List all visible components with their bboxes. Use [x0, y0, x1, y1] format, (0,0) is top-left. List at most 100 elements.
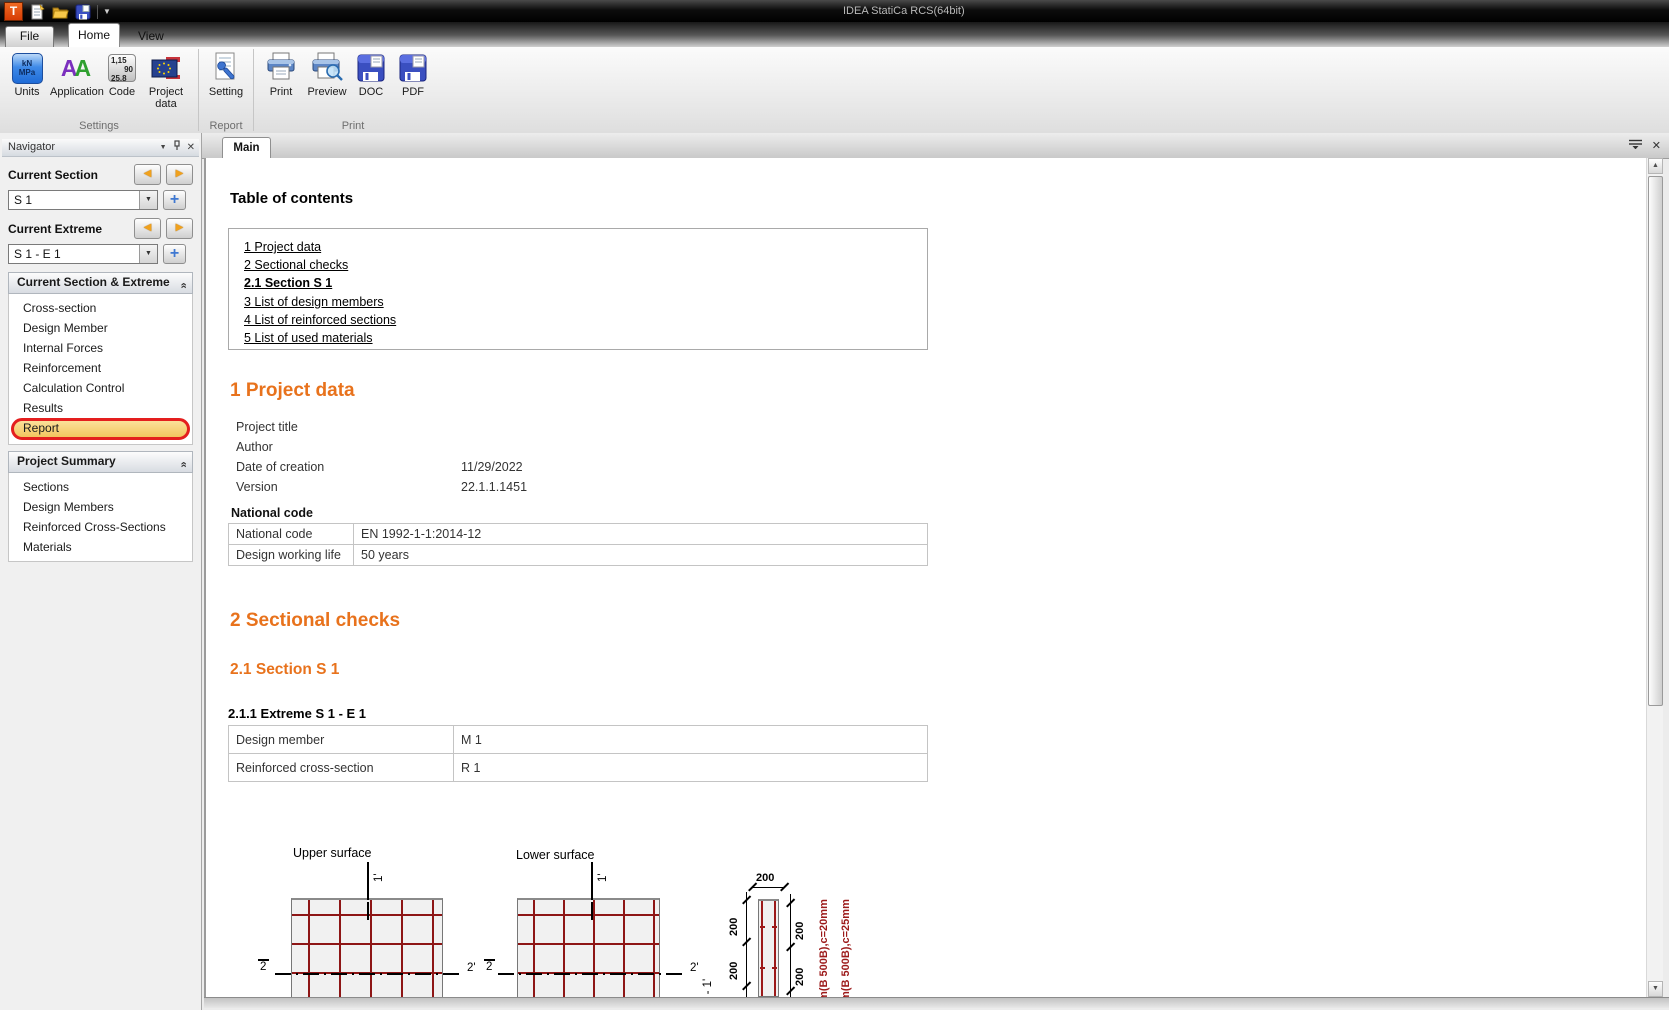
- application-button[interactable]: AA Application: [50, 49, 104, 98]
- new-document-icon[interactable]: [28, 3, 46, 21]
- project-data-button[interactable]: Project data: [142, 49, 190, 110]
- tab-view[interactable]: View: [138, 29, 164, 43]
- national-code-table: National code EN 1992-1-1:2014-12 Design…: [228, 523, 928, 566]
- tab-list-icon[interactable]: [1628, 139, 1642, 152]
- scroll-up-icon[interactable]: ▲: [1648, 158, 1663, 174]
- section-line-1: [367, 902, 369, 920]
- section-line-2: [498, 973, 684, 975]
- nav-item-design-member[interactable]: Design Member: [11, 318, 190, 338]
- current-section-select[interactable]: S 1 ▼: [8, 190, 158, 210]
- nav-item-cross-section[interactable]: Cross-section: [11, 298, 190, 318]
- doc-export-button[interactable]: DOC: [350, 49, 392, 98]
- heading-section-s1: 2.1 Section S 1: [230, 661, 340, 678]
- field-label: Date of creation: [236, 460, 325, 474]
- section-marker: 2': [690, 962, 699, 974]
- dimension-label: 200: [728, 961, 740, 980]
- nav-item-calculation-control[interactable]: Calculation Control: [11, 378, 190, 398]
- extreme-table: Design member M 1 Reinforced cross-secti…: [228, 725, 928, 782]
- current-section-label: Current Section: [8, 167, 99, 182]
- upper-surface-label: Upper surface: [293, 846, 372, 860]
- dimension-label: 200: [756, 872, 775, 884]
- table-row: Design member M 1: [228, 725, 928, 754]
- nav-item-reinforcement[interactable]: Reinforcement: [11, 358, 190, 378]
- section-marker: 2: [260, 961, 267, 973]
- nav-item-internal-forces[interactable]: Internal Forces: [11, 338, 190, 358]
- tab-main[interactable]: Main: [222, 137, 271, 159]
- lower-surface-slab: [517, 898, 660, 997]
- field-label: Author: [236, 440, 273, 454]
- ribbon-group-report: Setting Report: [199, 47, 253, 133]
- toc-link-sectional-checks[interactable]: 2 Sectional checks: [244, 258, 927, 272]
- table-cell-value: M 1: [453, 725, 928, 754]
- tab-home[interactable]: Home: [68, 23, 120, 48]
- rebar-note: /m(B 500B),c=20mm: [818, 899, 830, 997]
- toc-link-design-members[interactable]: 3 List of design members: [244, 295, 927, 309]
- collapse-chevron-icon[interactable]: «: [173, 282, 192, 288]
- chevron-down-icon[interactable]: ▼: [139, 191, 157, 209]
- table-row: Reinforced cross-section R 1: [228, 753, 928, 782]
- table-cell-value: EN 1992-1-1:2014-12: [353, 523, 928, 545]
- report-setting-button[interactable]: Setting: [203, 49, 249, 98]
- previous-extreme-button[interactable]: ◀: [134, 218, 161, 239]
- pdf-export-button[interactable]: PDF: [392, 49, 434, 98]
- field-value: 22.1.1.1451: [461, 480, 528, 494]
- tab-file[interactable]: File: [5, 26, 54, 47]
- toolbar-separator: [97, 4, 98, 19]
- doc-floppy-icon: [354, 51, 388, 85]
- navigator-panel: Navigator ▼ ✕ Current Section ◀ ▶ S 1 ▼ …: [0, 133, 202, 1010]
- dimension-line: [746, 892, 748, 997]
- chevron-down-icon[interactable]: ▼: [139, 245, 157, 263]
- pin-icon[interactable]: [173, 140, 181, 156]
- units-button[interactable]: kN MPa Units: [4, 49, 50, 98]
- next-section-button[interactable]: ▶: [166, 164, 193, 185]
- lower-surface-label: Lower surface: [516, 848, 595, 862]
- preview-icon: [310, 51, 344, 85]
- next-extreme-button[interactable]: ▶: [166, 218, 193, 239]
- print-button[interactable]: Print: [258, 49, 304, 98]
- add-section-button[interactable]: +: [163, 190, 186, 210]
- scroll-down-icon[interactable]: ▼: [1648, 981, 1663, 997]
- nav-item-materials[interactable]: Materials: [11, 537, 190, 557]
- current-section-value: S 1: [14, 193, 33, 207]
- horizontal-scrollbar[interactable]: [204, 997, 1669, 1008]
- panel-menu-icon[interactable]: ▼: [160, 140, 167, 156]
- dimension-label: 200: [794, 921, 806, 940]
- previous-section-button[interactable]: ◀: [134, 164, 161, 185]
- nav-item-sections[interactable]: Sections: [11, 477, 190, 497]
- close-icon[interactable]: ✕: [187, 140, 195, 156]
- save-icon[interactable]: [74, 3, 92, 21]
- scrollbar-thumb[interactable]: [1648, 176, 1663, 706]
- nav-item-report[interactable]: Report: [11, 418, 190, 440]
- nav-item-reinforced-cross-sections[interactable]: Reinforced Cross-Sections: [11, 517, 190, 537]
- group-label-report: Report: [209, 120, 243, 132]
- collapse-chevron-icon[interactable]: «: [173, 461, 192, 467]
- add-extreme-button[interactable]: +: [163, 244, 186, 264]
- toc-link-used-materials[interactable]: 5 List of used materials: [244, 331, 927, 345]
- toc-link-reinforced-sections[interactable]: 4 List of reinforced sections: [244, 313, 927, 327]
- code-button[interactable]: 1,15 90 25.8 Code: [102, 49, 142, 98]
- toolbar-customize-icon[interactable]: ▼: [103, 7, 111, 16]
- group-header-project-summary[interactable]: Project Summary «: [8, 451, 193, 473]
- title-bar: T ▼ IDEA StatiCa RCS(64bit): [0, 0, 1669, 22]
- group-label-print: Print: [341, 120, 365, 132]
- open-folder-icon[interactable]: [51, 3, 69, 21]
- reinforcement-figure: Upper surface Lower surface 1' 1' 2 2' 2…: [206, 790, 1306, 997]
- vertical-scrollbar[interactable]: ▲ ▼: [1646, 158, 1663, 997]
- field-row: Project title: [236, 420, 936, 434]
- heading-extreme: 2.1.1 Extreme S 1 - E 1: [228, 706, 367, 721]
- app-logo-icon[interactable]: T: [4, 2, 23, 21]
- group-header-current-section-extreme[interactable]: Current Section & Extreme «: [8, 272, 193, 294]
- close-icon[interactable]: ✕: [1652, 139, 1661, 152]
- report-page: Table of contents 1 Project data 2 Secti…: [204, 158, 1648, 997]
- toc-link-project-data[interactable]: 1 Project data: [244, 240, 927, 254]
- table-cell-label: National code: [228, 523, 354, 545]
- toc-title: Table of contents: [230, 190, 354, 207]
- current-extreme-select[interactable]: S 1 - E 1 ▼: [8, 244, 158, 264]
- preview-button[interactable]: Preview: [304, 49, 350, 98]
- project-data-icon: [149, 51, 183, 85]
- nav-item-results[interactable]: Results: [11, 398, 190, 418]
- field-label: Version: [236, 480, 278, 494]
- ribbon-group-print: Print Preview DOC PDF Print: [254, 47, 452, 133]
- toc-link-section-s1[interactable]: 2.1 Section S 1: [244, 276, 927, 290]
- nav-item-design-members[interactable]: Design Members: [11, 497, 190, 517]
